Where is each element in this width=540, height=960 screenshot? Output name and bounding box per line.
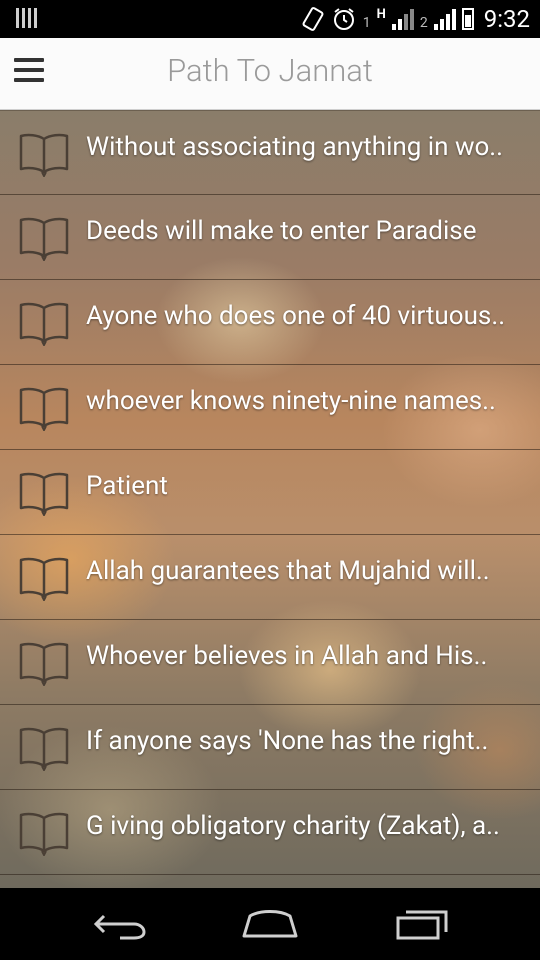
- notification-icon: [16, 8, 37, 28]
- list-item-label: Allah guarantees that Mujahid will..: [86, 556, 490, 586]
- list-item[interactable]: G iving obligatory charity (Zakat), a..: [0, 790, 540, 875]
- status-icons: 1 H 2 9:32: [301, 4, 530, 34]
- page-title: Path To Jannat: [167, 52, 373, 89]
- list-item-label: Without associating anything in wo..: [86, 132, 504, 162]
- app-bar: Path To Jannat: [0, 38, 540, 110]
- list-item[interactable]: Whoever believes in Allah and His..: [0, 620, 540, 705]
- list-item-label: Ayone who does one of 40 virtuous..: [86, 301, 506, 331]
- list-item-label: G iving obligatory charity (Zakat), a..: [86, 811, 500, 841]
- list-item[interactable]: If anyone says 'None has the right..: [0, 705, 540, 790]
- network-type-label: H: [376, 6, 386, 22]
- sim2-label: 2: [419, 15, 428, 31]
- home-icon[interactable]: [240, 906, 300, 942]
- topic-list: Without associating anything in wo.. Dee…: [0, 110, 540, 888]
- open-book-icon: [19, 472, 69, 516]
- list-item[interactable]: Ayone who does one of 40 virtuous..: [0, 280, 540, 365]
- signal-icon-2: [433, 8, 456, 30]
- alarm-icon: [333, 8, 354, 30]
- battery-icon: [461, 8, 474, 30]
- list-item-label: If anyone says 'None has the right..: [86, 726, 489, 756]
- signal-icon: [391, 8, 414, 30]
- status-time: 9:32: [483, 5, 530, 33]
- open-book-icon: [19, 217, 69, 261]
- list-item-label: whoever knows ninety-nine names..: [86, 386, 496, 416]
- open-book-icon: [19, 557, 69, 601]
- open-book-icon: [19, 642, 69, 686]
- status-bar: 1 H 2 9:32: [0, 0, 540, 38]
- open-book-icon: [19, 302, 69, 346]
- list-item[interactable]: Deeds will make to enter Paradise: [0, 195, 540, 280]
- open-book-icon: [19, 387, 69, 431]
- sim1-label: 1: [362, 15, 371, 31]
- recent-apps-icon[interactable]: [392, 906, 452, 942]
- rotation-icon: [302, 7, 324, 31]
- system-nav-bar: [0, 888, 540, 960]
- back-icon[interactable]: [90, 906, 150, 942]
- list-item-label: Whoever believes in Allah and His..: [86, 641, 488, 671]
- list-item-label: Deeds will make to enter Paradise: [86, 216, 477, 246]
- open-book-icon: [19, 727, 69, 771]
- open-book-icon: [19, 133, 69, 177]
- list-item-label: Patient: [86, 471, 168, 501]
- list-item[interactable]: Allah guarantees that Mujahid will..: [0, 535, 540, 620]
- open-book-icon: [19, 812, 69, 856]
- list-item[interactable]: Without associating anything in wo..: [0, 110, 540, 195]
- list-item[interactable]: whoever knows ninety-nine names..: [0, 365, 540, 450]
- list-item[interactable]: Patient: [0, 450, 540, 535]
